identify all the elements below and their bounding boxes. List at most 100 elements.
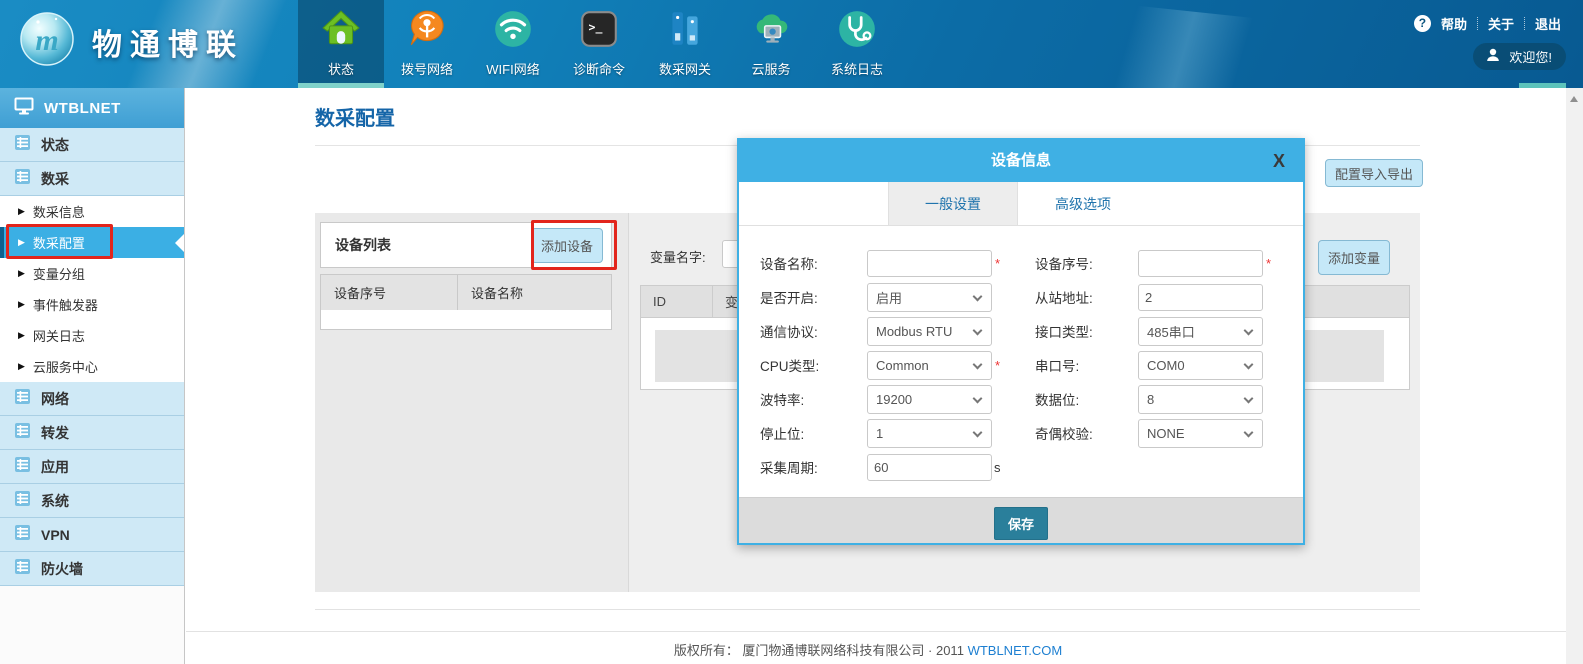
triangle-right-icon: ▶ [18,268,25,279]
interface-type-select[interactable]: 485串口 [1138,317,1263,346]
sidebar-item-label: 状态 [41,135,69,155]
chevron-down-icon [973,393,983,403]
enabled-select[interactable]: 启用 [867,283,992,312]
link-divider [1477,17,1478,30]
form-row-device-serial: 设备序号: * [1035,246,1271,280]
form-row-stop-bits: 停止位: 1 [760,416,1001,450]
sidebar-item-system[interactable]: 系统 [0,484,184,518]
nav-item-status[interactable]: 状态 [298,0,384,88]
triangle-right-icon: ▶ [18,299,25,310]
modal-header: 设备信息 X [739,140,1303,182]
help-link[interactable]: 帮助 [1441,14,1467,33]
modal-footer: 保存 [739,497,1303,543]
sidebar-item-label: 数采 [41,169,69,189]
field-label: 设备序号: [1035,253,1138,273]
chevron-down-icon [1244,393,1254,403]
add-device-button[interactable]: 添加设备 [531,228,603,263]
triangle-right-icon: ▶ [18,206,25,217]
tab-advanced-options[interactable]: 高级选项 [1018,182,1148,225]
list-icon [14,388,31,410]
nav-item-diagnostic-command[interactable]: >_ 诊断命令 [556,0,642,88]
chevron-down-icon [973,359,983,369]
sidebar-item-forwarding[interactable]: 转发 [0,416,184,450]
sidebar-subitem-variable-group[interactable]: ▶ 变量分组 [0,258,184,289]
nav-item-data-gateway[interactable]: 数采网关 [642,0,728,88]
form-row-baud-rate: 波特率: 19200 [760,382,1001,416]
field-label: 通信协议: [760,321,867,341]
sidebar-item-data-acquisition[interactable]: 数采 [0,162,184,196]
form-row-parity: 奇偶校验: NONE [1035,416,1271,450]
page-scrollbar[interactable] [1566,88,1583,664]
copyright-text: 版权所有： 厦门物通博联网络科技有限公司 · 2011 [674,643,964,658]
device-table-empty-row [320,310,612,330]
config-import-export-button[interactable]: 配置导入导出 [1325,159,1423,187]
sidebar-item-label: 网络 [41,389,69,409]
data-bits-select[interactable]: 8 [1138,385,1263,414]
select-value: Common [876,358,929,373]
svg-text:m: m [35,24,58,57]
monitor-icon [14,97,34,119]
link-divider [1524,17,1525,30]
sidebar-item-vpn[interactable]: VPN [0,518,184,552]
device-serial-field[interactable] [1138,250,1263,277]
device-list-title: 设备列表 [321,235,531,255]
sidebar-item-network[interactable]: 网络 [0,382,184,416]
wtblnet-link[interactable]: WTBLNET.COM [968,643,1063,658]
form-column-left: 设备名称: * 是否开启: 启用 通信协议: Modbus RTU [760,246,1001,484]
save-button[interactable]: 保存 [994,507,1048,540]
sidebar-item-label: 事件触发器 [33,295,98,314]
chevron-down-icon [1244,325,1254,335]
sidebar-item-label: 云服务中心 [33,357,98,376]
scrollbar-up-arrow-icon[interactable] [1570,96,1578,102]
cloud-service-icon [750,8,792,55]
device-list-panel: 设备列表 添加设备 设备序号 设备名称 [315,213,628,592]
nav-item-wifi-network[interactable]: WIFI网络 [470,0,556,88]
com-port-select[interactable]: COM0 [1138,351,1263,380]
sidebar-item-firewall[interactable]: 防火墙 [0,552,184,586]
stop-bits-select[interactable]: 1 [867,419,992,448]
sidebar-subitem-data-config[interactable]: ▶ 数采配置 [0,227,184,258]
list-icon [14,456,31,478]
modal-title: 设备信息 [739,140,1303,182]
nav-label: 诊断命令 [573,59,625,78]
form-row-enabled: 是否开启: 启用 [760,280,1001,314]
gateway-icon [664,8,706,55]
cpu-type-select[interactable]: Common [867,351,992,380]
nav-item-system-log[interactable]: 系统日志 [814,0,900,88]
brand-name: 物通博联 [92,20,244,64]
collect-period-field[interactable] [867,454,992,481]
list-icon [14,422,31,444]
content-bottom-divider [315,609,1420,610]
protocol-select[interactable]: Modbus RTU [867,317,992,346]
close-icon[interactable]: X [1273,149,1285,173]
device-name-field[interactable] [867,250,992,277]
sidebar-subitem-gateway-log[interactable]: ▶ 网关日志 [0,320,184,351]
sidebar-subitem-event-trigger[interactable]: ▶ 事件触发器 [0,289,184,320]
form-row-data-bits: 数据位: 8 [1035,382,1271,416]
top-navigation: 状态 拨号网络 [298,0,900,88]
nav-label: 数采网关 [659,59,711,78]
sidebar-subitem-data-info[interactable]: ▶ 数采信息 [0,196,184,227]
select-value: 1 [876,426,883,441]
sidebar-item-status[interactable]: 状态 [0,128,184,162]
sidebar-subitem-cloud-center[interactable]: ▶ 云服务中心 [0,351,184,382]
page-title: 数采配置 [315,102,395,131]
nav-item-dial-network[interactable]: 拨号网络 [384,0,470,88]
select-value: NONE [1147,426,1185,441]
baud-rate-select[interactable]: 19200 [867,385,992,414]
brand-logo-icon: m [18,10,76,73]
required-marker: * [1266,256,1271,271]
stethoscope-icon [836,8,878,55]
logout-link[interactable]: 退出 [1535,14,1561,33]
required-marker: * [995,256,1000,271]
sidebar-item-application[interactable]: 应用 [0,450,184,484]
welcome-badge[interactable]: 欢迎您! [1473,43,1566,70]
slave-address-field[interactable] [1138,284,1263,311]
add-variable-button[interactable]: 添加变量 [1318,240,1390,275]
about-link[interactable]: 关于 [1488,14,1514,33]
nav-item-cloud-service[interactable]: 云服务 [728,0,814,88]
tab-general-settings[interactable]: 一般设置 [888,182,1018,225]
parity-select[interactable]: NONE [1138,419,1263,448]
sidebar-item-label: 网关日志 [33,326,85,345]
list-icon [14,490,31,512]
